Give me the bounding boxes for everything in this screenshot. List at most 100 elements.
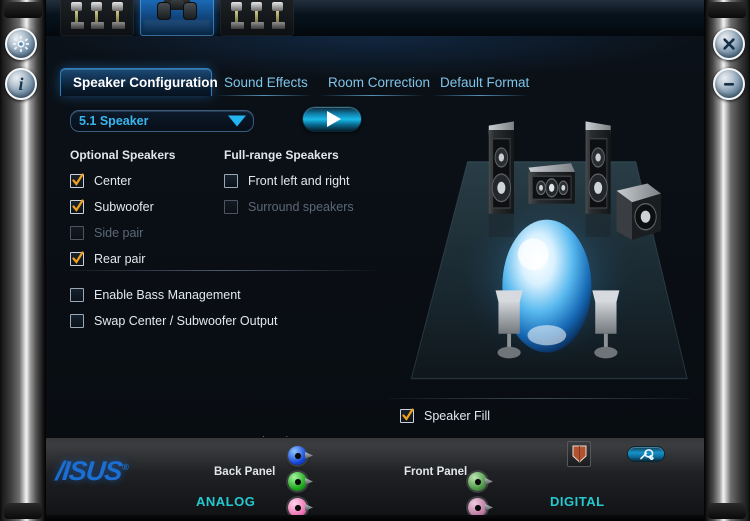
chevron-down-icon [228, 115, 246, 127]
extra-options-list: Enable Bass Management Swap Center / Sub… [70, 282, 277, 334]
checkbox-label: Enable Bass Management [94, 288, 241, 302]
back-panel-mode: ANALOG [196, 494, 256, 509]
plug-icon [112, 2, 126, 29]
rail-cap-bottom [4, 503, 42, 519]
front-panel-label: Front Panel [404, 466, 468, 478]
checkbox-label: Surround speakers [248, 200, 354, 214]
audio-manager-window: i Speaker Configuration Sound Effects Ro… [0, 0, 750, 521]
tab-room-correction[interactable]: Room Correction [316, 68, 431, 96]
checkbox-label: Front left and right [248, 174, 350, 188]
asus-logo: /ISUS® [54, 456, 128, 487]
play-test-button[interactable] [302, 106, 362, 132]
tab-label: Speaker Configuration [73, 75, 218, 90]
line-out-jack[interactable] [288, 472, 313, 491]
back-panel-label: Back Panel [214, 466, 276, 478]
rail-cap-bottom-right [708, 503, 746, 519]
room-preview: Speaker Fill [384, 96, 694, 437]
full-range-speakers-heading: Full-range Speakers [224, 148, 339, 162]
connector-panel: /ISUS® Back Panel ANALOG Front Panel DIG… [46, 437, 704, 521]
checkbox-columns: Center Subwoofer Side pair Rear pair Fro… [70, 168, 390, 286]
gear-icon[interactable] [5, 28, 37, 60]
tab-default-format[interactable]: Default Format [428, 68, 532, 96]
checkbox-row-enable-bass-management[interactable]: Enable Bass Management [70, 282, 277, 308]
front-left-speaker [488, 121, 514, 237]
jack-row [220, 2, 294, 29]
checkbox-row-swap-center-subwoofer[interactable]: Swap Center / Subwoofer Output [70, 308, 277, 334]
device-tab-speakers-right[interactable] [220, 0, 294, 36]
subwoofer [616, 183, 662, 240]
tab-reflection [144, 20, 210, 34]
info-icon[interactable]: i [5, 68, 37, 100]
checkbox-front-left-and-right[interactable] [224, 174, 238, 188]
wrench-icon[interactable] [627, 446, 665, 462]
brand-text: /ISUS [54, 456, 124, 486]
room-diagram-svg [410, 121, 688, 380]
checkbox-center[interactable] [70, 173, 84, 188]
checkbox-label: Rear pair [94, 252, 146, 266]
tab-label: Default Format [440, 74, 530, 90]
check-icon [72, 199, 84, 212]
check-icon [72, 251, 84, 264]
checkbox-row-surround-speakers: Surround speakers [224, 194, 394, 220]
checkbox-row-front-left-and-right[interactable]: Front left and right [224, 168, 394, 194]
front-headphone-jack[interactable] [468, 472, 493, 491]
checkbox-surround-speakers [224, 200, 238, 214]
speaker-configuration-dropdown[interactable]: 5.1 Speaker [70, 110, 254, 132]
play-icon [326, 111, 341, 127]
tab-label: Sound Effects [224, 74, 308, 90]
checkbox-label: Speaker Fill [424, 409, 490, 423]
tab-sound-effects[interactable]: Sound Effects [212, 68, 316, 96]
rail-cap-top [4, 2, 42, 18]
center-speaker [528, 163, 575, 204]
checkbox-enable-bass-management[interactable] [70, 288, 84, 302]
left-controls-column: 5.1 Speaker Optional Speakers Full-range… [70, 106, 390, 328]
plug-icon [251, 2, 265, 29]
speaker-configuration-pane: 5.1 Speaker Optional Speakers Full-range… [46, 96, 704, 437]
checkbox-label: Swap Center / Subwoofer Output [94, 314, 278, 328]
line-in-jack[interactable] [288, 446, 313, 465]
checkbox-subwoofer[interactable] [70, 199, 84, 214]
checkbox-label: Subwoofer [94, 200, 154, 214]
checkbox-row-center[interactable]: Center [70, 168, 220, 194]
shield-icon[interactable] [567, 441, 591, 467]
front-panel-mode: DIGITAL [550, 494, 605, 509]
close-icon[interactable] [713, 28, 745, 60]
panel-sheen [46, 438, 704, 472]
checkbox-row-subwoofer[interactable]: Subwoofer [70, 194, 220, 220]
device-tab-strip [46, 0, 704, 36]
right-window-rail [704, 0, 750, 521]
left-window-rail: i [0, 0, 46, 521]
tab-bar: Speaker Configuration Sound Effects Room… [56, 66, 694, 96]
room-divider [388, 398, 690, 399]
checkbox-side-pair [70, 226, 84, 240]
optional-speakers-heading: Optional Speakers [70, 148, 176, 162]
jack-row [60, 2, 134, 29]
optional-speakers-list: Center Subwoofer Side pair Rear pair [70, 168, 220, 272]
checkbox-label: Side pair [94, 226, 144, 240]
checkbox-speaker-fill[interactable] [400, 408, 414, 423]
plug-icon [230, 2, 244, 29]
full-range-speakers-list: Front left and right Surround speakers [224, 168, 394, 220]
plug-icon [91, 2, 105, 29]
minimize-icon[interactable] [713, 68, 745, 100]
checkbox-rear-pair[interactable] [70, 251, 84, 266]
plug-icon [70, 2, 84, 29]
tab-label: Room Correction [328, 74, 431, 90]
panel-foot [46, 515, 704, 521]
main-window-body: Speaker Configuration Sound Effects Room… [46, 36, 704, 521]
device-tab-speakers-left[interactable] [60, 0, 134, 36]
checkbox-swap-center-subwoofer-output[interactable] [70, 314, 84, 328]
tab-speaker-configuration[interactable]: Speaker Configuration [60, 68, 218, 96]
checkbox-row-speaker-fill[interactable]: Speaker Fill [400, 408, 490, 423]
section-divider [70, 270, 376, 271]
checkbox-row-rear-pair[interactable]: Rear pair [70, 246, 220, 272]
rail-cap-top-right [708, 2, 746, 18]
checkbox-row-side-pair: Side pair [70, 220, 220, 246]
check-icon [72, 173, 84, 186]
check-icon [402, 408, 414, 421]
device-tab-headphones[interactable] [140, 0, 214, 36]
column-headings: Optional Speakers Full-range Speakers [70, 148, 390, 164]
room-diagram [392, 104, 692, 393]
headphones-icon [157, 0, 197, 20]
checkbox-label: Center [94, 174, 132, 188]
